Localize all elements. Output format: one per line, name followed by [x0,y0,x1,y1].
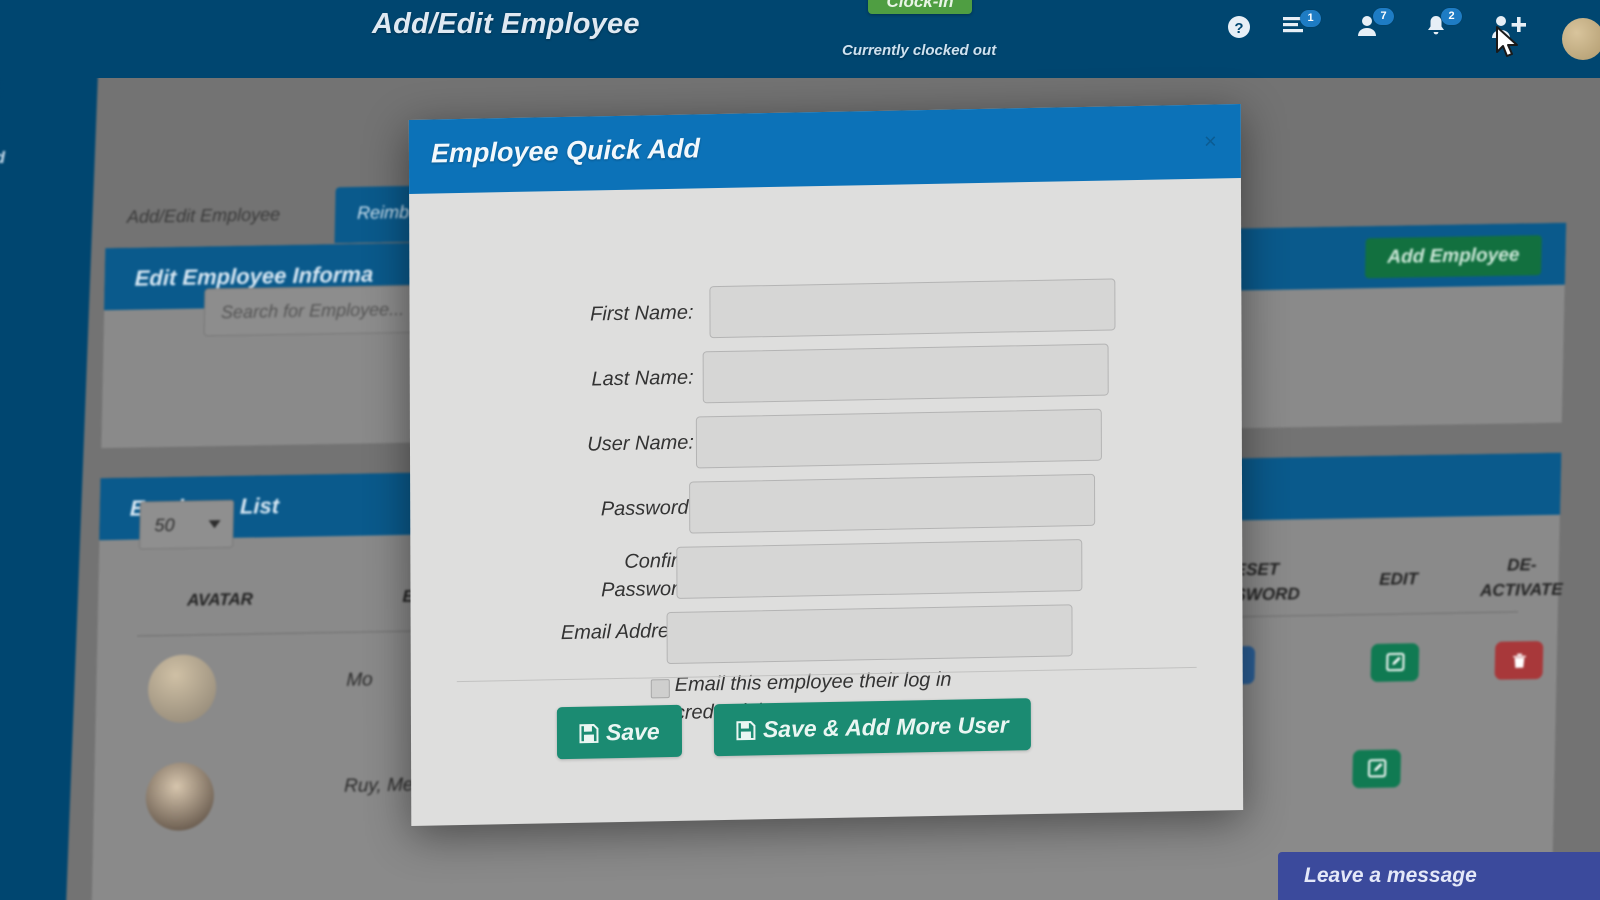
email-address-field[interactable] [666,604,1073,665]
page-title: Add/Edit Employee [372,8,640,40]
user-name-label: User Name: [587,431,694,456]
chevron-down-icon [208,520,221,529]
confirm-password-label: Confirm Password: [601,549,695,602]
deactivate-employee-button[interactable] [1494,640,1544,680]
save-and-add-more-user-button-label: Save & Add More User [762,711,1009,743]
edit-icon [1367,759,1386,778]
avatar[interactable] [1562,18,1600,60]
edit-employee-row-button[interactable] [1352,749,1402,789]
modal-footer: Save Save & Add More User [411,666,1243,826]
last-name-field[interactable] [702,343,1109,404]
avatar [145,762,215,832]
tab-add-edit-employee[interactable]: Add/Edit Employee [104,188,302,247]
column-header-avatar: AVATAR [186,589,254,610]
top-navigation-bar: Add/Edit Employee Clock-In Currently clo… [0,0,1600,78]
email-address-label: Email Address: [560,619,695,645]
sidebar-item-dashboard[interactable]: rd [0,148,5,168]
edit-employee-row-button[interactable] [1370,643,1420,682]
save-button[interactable]: Save [556,704,682,760]
leave-a-message-chat-widget[interactable]: Leave a message [1278,852,1600,900]
password-label: Password: [600,496,695,521]
close-icon[interactable]: × [1204,128,1217,153]
user-count-badge: 7 [1373,8,1394,25]
save-and-add-more-user-button[interactable]: Save & Add More User [713,698,1031,757]
last-name-label: Last Name: [591,366,694,391]
help-circle-icon[interactable]: ? [1226,14,1252,45]
clock-status-text: Currently clocked out [842,42,997,59]
save-icon [579,724,599,744]
modal-title: Employee Quick Add [430,133,701,169]
clock-in-button[interactable]: Clock-In [868,0,972,14]
notification-count-badge: 2 [1441,8,1462,25]
mouse-cursor [1495,26,1521,65]
avatar [147,654,217,724]
edit-icon [1385,653,1405,672]
save-button-label: Save [605,718,660,746]
user-name-field[interactable] [695,408,1102,469]
trash-icon [1512,653,1526,668]
column-header-deactivate: DE- ACTIVATE [1479,555,1563,600]
save-icon [736,720,756,741]
employee-quick-add-modal: Employee Quick Add × First Name: Last Na… [408,103,1244,827]
app-screen: Add/Edit Employee Reimbur Edit Employee … [0,0,1600,900]
add-employee-button[interactable]: Add Employee [1364,235,1542,279]
password-field[interactable] [689,473,1096,534]
first-name-label: First Name: [590,301,694,326]
task-count-badge: 1 [1300,10,1321,27]
first-name-field[interactable] [709,278,1116,339]
page-size-value: 50 [154,514,175,536]
svg-text:?: ? [1234,20,1243,37]
confirm-password-field[interactable] [676,539,1083,599]
column-header-edit: EDIT [1379,569,1419,589]
page-size-select[interactable]: 50 [139,499,235,550]
employee-name: Mo [346,669,373,691]
